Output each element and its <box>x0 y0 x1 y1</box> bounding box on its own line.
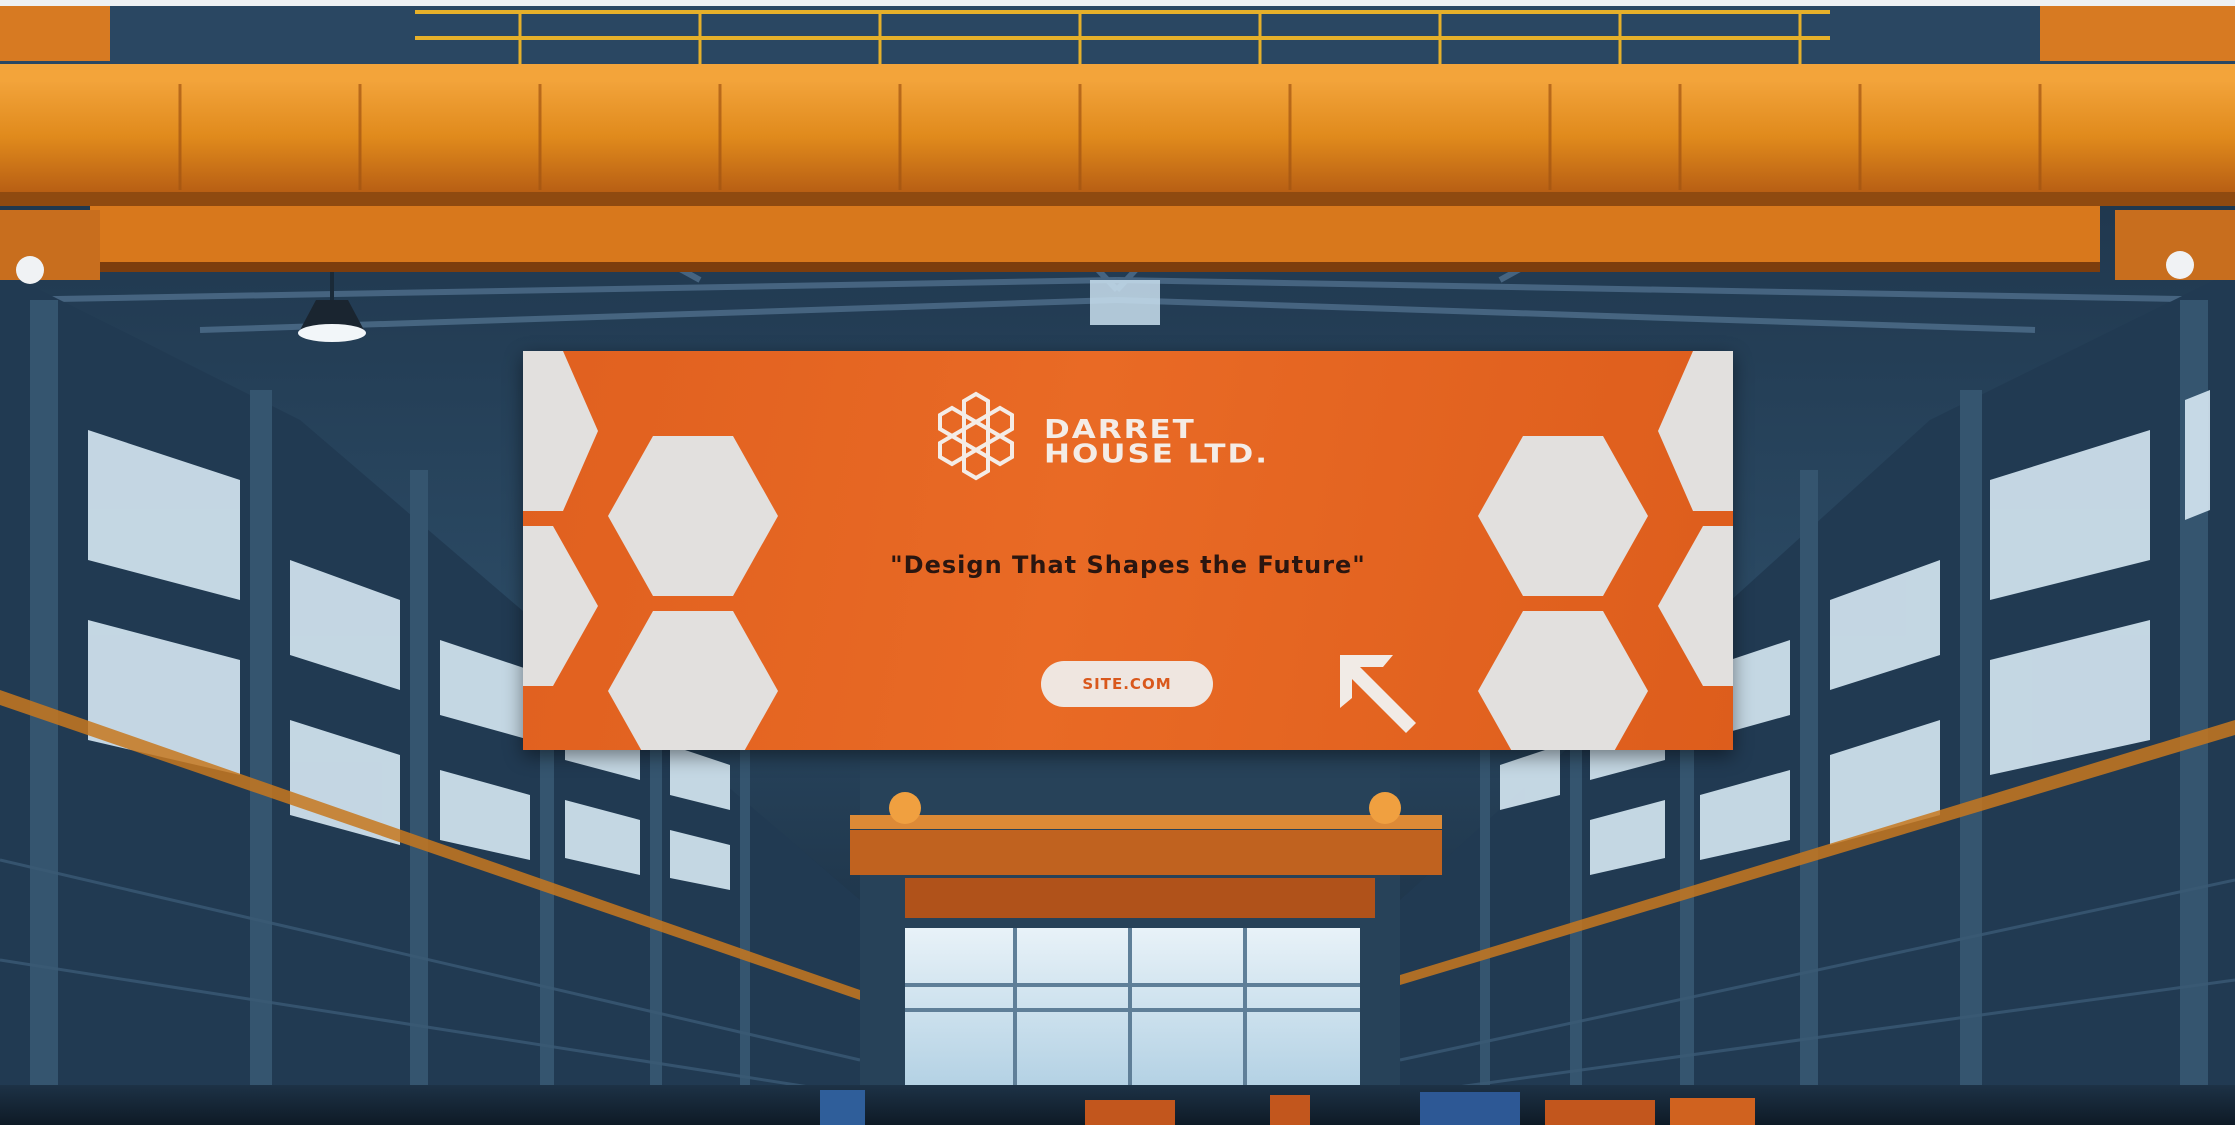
brand-name: DARRET HOUSE LTD. <box>1044 414 1270 470</box>
brand-line-2: HOUSE LTD. <box>1044 439 1270 470</box>
hanging-banner: DARRET HOUSE LTD. "Design That Shapes th… <box>523 351 1733 750</box>
site-link-button[interactable]: SITE.COM <box>1041 661 1213 707</box>
arrow-up-left-icon <box>1340 655 1416 733</box>
brand-line-1: DARRET <box>1044 414 1196 445</box>
tagline: "Design That Shapes the Future" <box>890 551 1366 579</box>
hexagon-cluster-icon <box>938 391 1014 481</box>
warehouse-scene: DARRET HOUSE LTD. "Design That Shapes th… <box>0 0 2235 1125</box>
brand-block: DARRET HOUSE LTD. <box>928 387 1348 497</box>
